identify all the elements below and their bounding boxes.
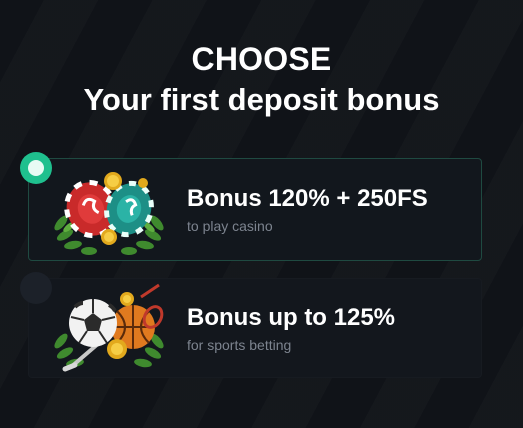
bonus-title: Bonus 120% + 250FS (187, 185, 428, 212)
bonus-subtitle: to play casino (187, 218, 273, 234)
sports-balls-icon (54, 283, 164, 372)
heading-subtitle: Your first deposit bonus (83, 82, 440, 117)
page-heading: CHOOSE Your first deposit bonus (0, 40, 523, 119)
radio-casino-selected[interactable] (20, 152, 52, 184)
bonus-option-sports[interactable]: Bonus up to 125% for sports betting (28, 278, 482, 378)
bonus-subtitle: for sports betting (187, 337, 292, 353)
radio-sports[interactable] (20, 272, 52, 304)
casino-chips-icon (54, 172, 164, 255)
bonus-title: Bonus up to 125% (187, 304, 396, 331)
heading-title: CHOOSE (191, 41, 332, 77)
bonus-option-casino[interactable]: Bonus 120% + 250FS to play casino (28, 158, 482, 261)
radio-dot (28, 160, 44, 176)
